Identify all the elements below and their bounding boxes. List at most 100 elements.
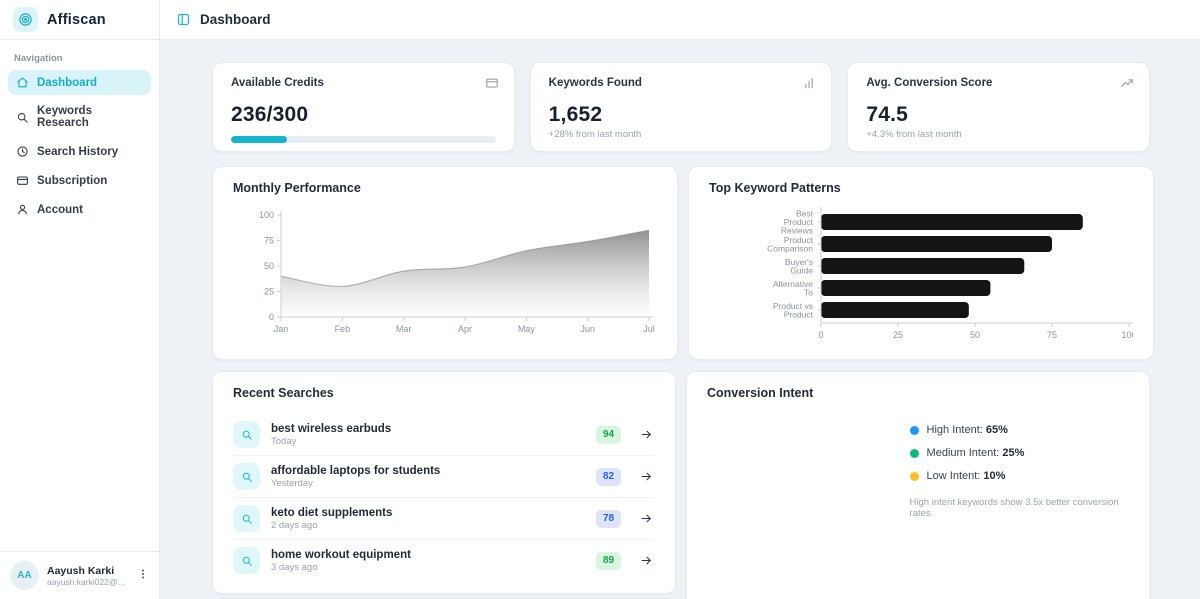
arrow-right-icon xyxy=(640,428,653,441)
bottom-left-column: Recent Searches best wireless earbudsTod… xyxy=(212,371,676,599)
top-keyword-patterns-title: Top Keyword Patterns xyxy=(709,181,1133,195)
conversion-intent-note: High intent keywords show 3.5x better co… xyxy=(910,497,1129,519)
stat-card-icon xyxy=(485,76,499,95)
avatar: AA xyxy=(10,561,39,590)
legend-label: High Intent: 65% xyxy=(927,424,1008,436)
stat-title: Keywords Found xyxy=(549,77,814,89)
top-keyword-patterns-chart: BestProductReviewsProductComparisonBuyer… xyxy=(709,201,1133,351)
stat-value: 74.5 xyxy=(866,103,1131,127)
credit-card-icon xyxy=(485,76,499,90)
sidebar-item-label: Account xyxy=(37,204,83,216)
search-query: affordable laptops for students xyxy=(271,465,585,477)
open-search-button[interactable] xyxy=(640,554,653,567)
search-item-icon-box xyxy=(233,463,260,490)
svg-text:Jul: Jul xyxy=(643,324,655,334)
monthly-performance-title: Monthly Performance xyxy=(233,181,657,195)
search-time: 3 days ago xyxy=(271,562,585,573)
svg-text:50: 50 xyxy=(970,330,980,340)
svg-text:75: 75 xyxy=(1047,330,1057,340)
stat-card-available-credits: Available Credits236/300 xyxy=(212,62,515,152)
svg-text:50: 50 xyxy=(264,261,274,271)
svg-text:Jun: Jun xyxy=(580,324,595,334)
sidebar-item-dashboard[interactable]: Dashboard xyxy=(8,70,151,95)
user-section[interactable]: AA Aayush Karki aayush.karki022@gmail.co… xyxy=(0,551,159,599)
recent-searches-title: Recent Searches xyxy=(233,386,655,400)
stat-delta: +28% from last month xyxy=(549,129,814,140)
stat-card-avg-conversion-score: Avg. Conversion Score 74.5 +4.3% from last… xyxy=(847,62,1150,152)
search-row[interactable]: best wireless earbudsToday94 xyxy=(233,414,655,455)
search-item-icon-box xyxy=(233,421,260,448)
svg-text:100: 100 xyxy=(259,210,274,220)
sidebar-item-search-history[interactable]: Search History xyxy=(8,139,151,164)
search-item-icon-box xyxy=(233,547,260,574)
search-icon xyxy=(16,111,29,124)
page-title: Dashboard xyxy=(200,12,271,27)
stat-title: Avg. Conversion Score xyxy=(866,77,1131,89)
sidebar-item-keywords-research[interactable]: Keywords Research xyxy=(8,99,151,135)
search-icon xyxy=(241,513,253,525)
svg-text:Mar: Mar xyxy=(396,324,412,334)
svg-text:75: 75 xyxy=(264,236,274,246)
arrow-right-icon xyxy=(640,554,653,567)
sidebar-item-account[interactable]: Account xyxy=(8,197,151,222)
monthly-performance-card: Monthly Performance 0255075100JanFebMarA… xyxy=(212,166,678,360)
top-keyword-patterns-card: Top Keyword Patterns BestProductReviewsP… xyxy=(688,166,1154,360)
search-meta: keto diet supplements2 days ago xyxy=(271,507,585,531)
svg-text:25: 25 xyxy=(893,330,903,340)
affiscan-logo-icon xyxy=(13,7,38,32)
score-badge: 78 xyxy=(596,510,621,528)
sidebar: Affiscan Navigation Dashboard Keywords Re… xyxy=(0,0,160,599)
legend-dot-icon xyxy=(910,426,919,435)
search-row[interactable]: home workout equipment3 days ago89 xyxy=(233,539,655,581)
search-meta: home workout equipment3 days ago xyxy=(271,549,585,573)
svg-text:Apr: Apr xyxy=(458,324,472,334)
user-name: Aayush Karki xyxy=(47,565,127,577)
svg-text:Jan: Jan xyxy=(274,324,289,334)
svg-text:Product: Product xyxy=(784,309,814,319)
search-time: 2 days ago xyxy=(271,520,585,531)
svg-text:Comparison: Comparison xyxy=(767,243,813,253)
stat-delta: +4.3% from last month xyxy=(866,129,1131,140)
svg-text:To: To xyxy=(804,287,813,297)
nav-section-label: Navigation xyxy=(0,40,159,70)
user-email: aayush.karki022@gmail.com xyxy=(47,577,127,587)
svg-text:0: 0 xyxy=(269,312,274,322)
sidebar-item-label: Search History xyxy=(37,146,118,158)
svg-text:100: 100 xyxy=(1121,330,1133,340)
home-icon xyxy=(16,76,29,89)
legend-dot-icon xyxy=(910,472,919,481)
score-badge: 82 xyxy=(596,468,621,486)
sidebar-nav: Dashboard Keywords Research Search History… xyxy=(0,70,159,222)
stat-value: 1,652 xyxy=(549,103,814,127)
search-query: home workout equipment xyxy=(271,549,585,561)
sidebar-item-label: Subscription xyxy=(37,175,107,187)
search-query: keto diet supplements xyxy=(271,507,585,519)
score-badge: 94 xyxy=(596,426,621,444)
open-search-button[interactable] xyxy=(640,428,653,441)
user-meta: Aayush Karki aayush.karki022@gmail.com xyxy=(47,565,127,587)
legend-item-medium-intent-: Medium Intent: 25% xyxy=(910,447,1129,459)
search-icon xyxy=(241,429,253,441)
sidebar-item-label: Dashboard xyxy=(37,77,97,89)
page-header: Dashboard xyxy=(160,0,1200,40)
arrow-right-icon xyxy=(640,470,653,483)
app-logo[interactable]: Affiscan xyxy=(0,0,159,40)
stat-title: Available Credits xyxy=(231,77,496,89)
credit-card-icon xyxy=(16,174,29,187)
search-row[interactable]: keto diet supplements2 days ago 78 xyxy=(233,497,655,539)
user-icon xyxy=(16,203,29,216)
open-search-button[interactable] xyxy=(640,470,653,483)
conversion-intent-title: Conversion Intent xyxy=(707,386,1129,400)
user-menu-button[interactable] xyxy=(135,565,151,587)
legend-item-low-intent-: Low Intent: 10% xyxy=(910,470,1129,482)
svg-text:Feb: Feb xyxy=(335,324,351,334)
conversion-intent-card: Conversion Intent High Intent: 65% Medium… xyxy=(686,371,1150,599)
search-row[interactable]: affordable laptops for studentsYesterday… xyxy=(233,455,655,497)
open-search-button[interactable] xyxy=(640,512,653,525)
clock-icon xyxy=(16,145,29,158)
search-query: best wireless earbuds xyxy=(271,423,585,435)
legend-label: Medium Intent: 25% xyxy=(927,447,1025,459)
svg-text:May: May xyxy=(518,324,536,334)
search-time: Yesterday xyxy=(271,478,585,489)
sidebar-item-subscription[interactable]: Subscription xyxy=(8,168,151,193)
